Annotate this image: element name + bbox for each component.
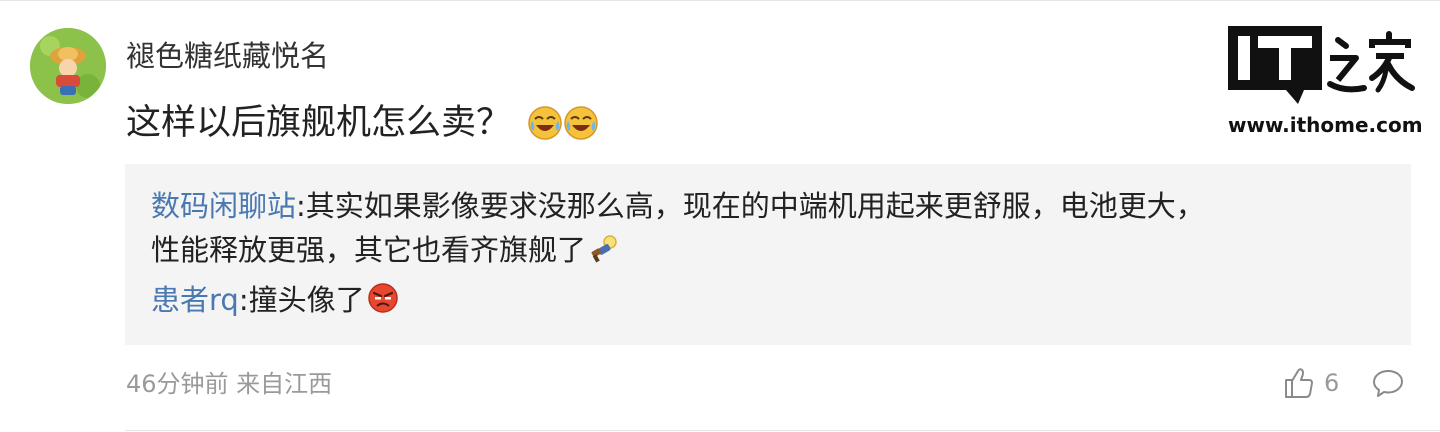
quoted-replies: 数码闲聊站:其实如果影像要求没那么高，现在的中端机用起来更舒服，电池更大， 性能… xyxy=(125,164,1411,345)
quoted-reply-text: :其实如果影像要求没那么高，现在的中端机用起来更舒服，电池更大， xyxy=(296,189,1205,223)
thumbs-up-icon xyxy=(1285,368,1313,398)
comment-meta: 46分钟前 来自江西 xyxy=(126,370,333,398)
angry-face-icon xyxy=(367,283,398,313)
reply-comment-icon[interactable] xyxy=(1372,367,1404,399)
comment-emojis xyxy=(527,105,599,141)
user-avatar[interactable] xyxy=(30,28,106,104)
like-count: 6 xyxy=(1324,369,1340,397)
quoted-reply-2: 患者rq:撞头像了 xyxy=(151,278,399,322)
comment-text: 这样以后旗舰机怎么卖？ xyxy=(126,103,512,143)
quoted-reply-user[interactable]: 数码闲聊站 xyxy=(151,189,296,223)
bottom-divider xyxy=(125,430,1440,431)
quoted-reply-text: 性能释放更强，其它也看齐旗舰了 xyxy=(151,233,587,267)
quoted-reply-text: :撞头像了 xyxy=(238,283,365,317)
logo-url: www.ithome.com xyxy=(1228,113,1423,137)
quoted-reply-1-line1: 数码闲聊站:其实如果影像要求没那么高，现在的中端机用起来更舒服，电池更大， xyxy=(151,184,1205,228)
like-button[interactable]: 6 xyxy=(1284,366,1339,400)
quoted-reply-user[interactable]: 患者rq xyxy=(151,283,239,317)
top-divider xyxy=(0,0,1440,1)
comment-username[interactable]: 褪色糖纸藏悦名 xyxy=(126,36,329,76)
quoted-reply-1-line2: 性能释放更强，其它也看齐旗舰了 xyxy=(151,228,620,272)
avatar-image xyxy=(30,28,106,104)
comment-body: 这样以后旗舰机怎么卖？ xyxy=(126,98,599,148)
crying-laughing-icon xyxy=(528,106,562,140)
crying-laughing-icon xyxy=(564,106,598,140)
gun-thumbs-up-icon xyxy=(591,235,617,263)
